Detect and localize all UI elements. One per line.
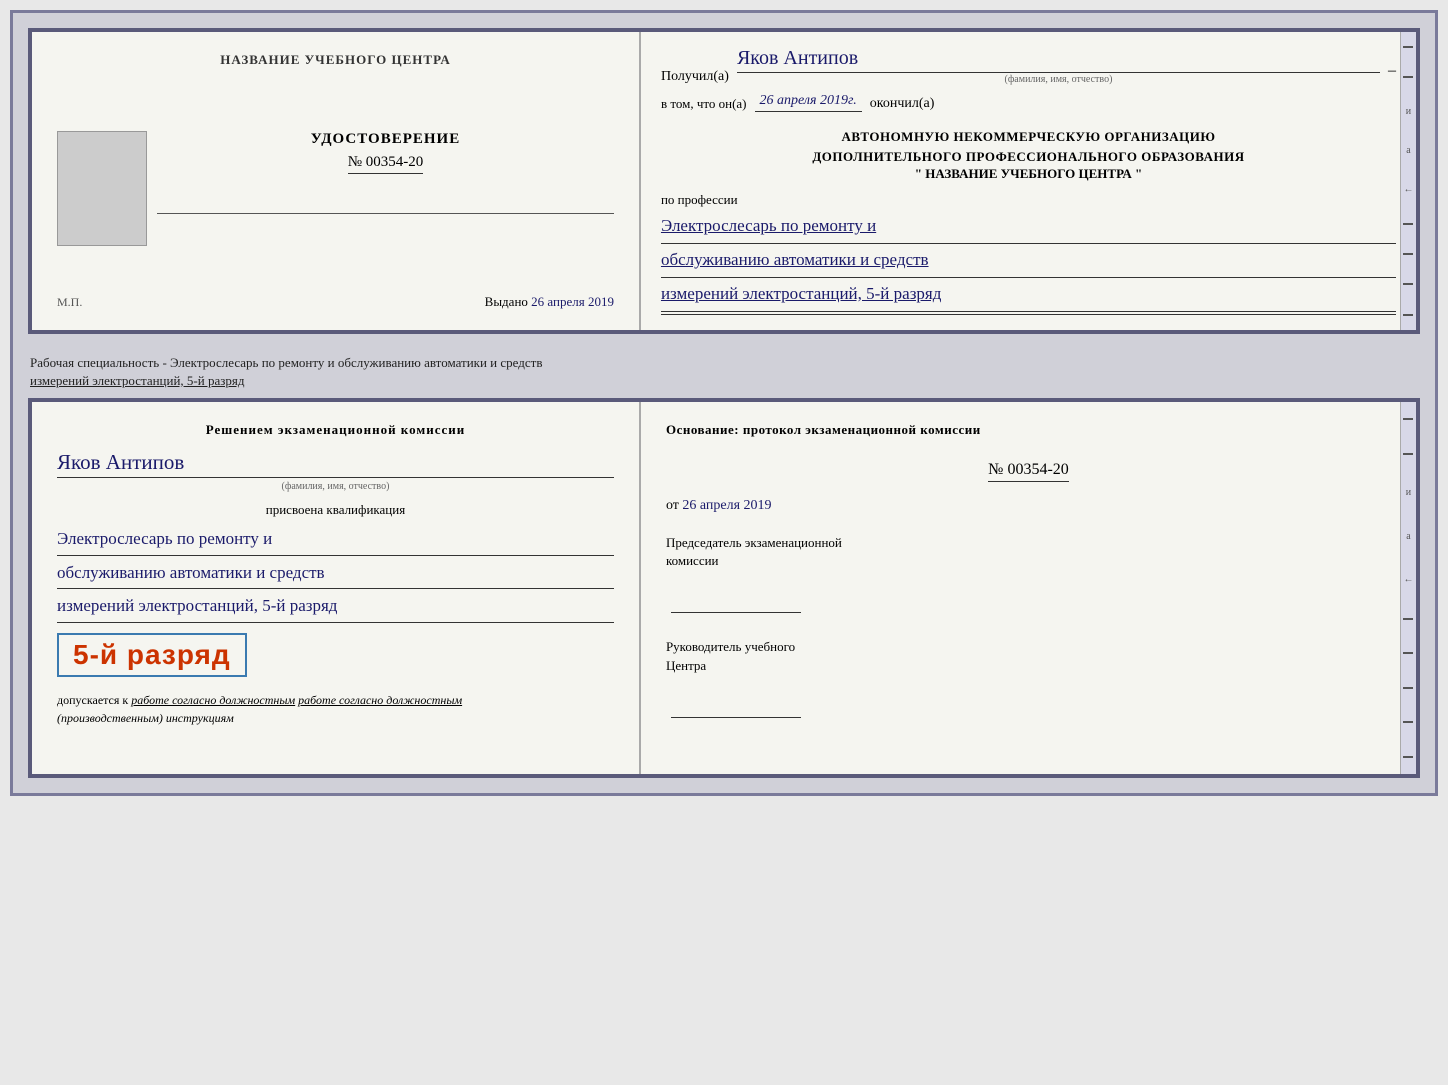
org-line2: ДОПОЛНИТЕЛЬНОГО ПРОФЕССИОНАЛЬНОГО ОБРАЗО…: [661, 147, 1396, 167]
head-line1: Руководитель учебного: [666, 639, 795, 654]
chairman-line1: Председатель экзаменационной: [666, 535, 842, 550]
allowed-prefix: допускается к: [57, 693, 128, 707]
between-line2: измерений электростанций, 5-й разряд: [30, 373, 244, 388]
fio-sub-bottom: (фамилия, имя, отчество): [57, 481, 614, 492]
chairman-sig-line: [666, 595, 1391, 618]
allowed-italic: (производственным) инструкциям: [57, 711, 234, 725]
deco-char-arr: ←: [1403, 184, 1413, 195]
bottom-doc-right: Основание: протокол экзаменационной коми…: [641, 402, 1416, 774]
mp-label: М.П.: [57, 295, 82, 310]
deco-dash-2: [1403, 76, 1413, 78]
chairman-signature: [671, 595, 801, 613]
chairman-line2: комиссии: [666, 553, 719, 568]
protocol-number-block: № 00354-20: [666, 453, 1391, 490]
recipient-label: Получил(а): [661, 69, 729, 85]
bottom-right-edge-deco: и а ←: [1400, 402, 1416, 774]
grade-text: 5-й разряд: [73, 639, 231, 670]
right-edge-deco: и а ←: [1400, 32, 1416, 330]
recipient-line: Получил(а) Яков Антипов (фамилия, имя, о…: [661, 47, 1396, 85]
deco-dash-b3: [1403, 618, 1413, 620]
grade-box: 5-й разряд: [57, 633, 247, 677]
issued-date: Выдано 26 апреля 2019: [485, 294, 614, 310]
deco-dash-b5: [1403, 687, 1413, 689]
deco-dash-1: [1403, 46, 1413, 48]
finished-label: окончил(а): [870, 96, 935, 112]
allowed-underline: работе согласно должностным: [131, 693, 295, 707]
deco-dash-b4: [1403, 652, 1413, 654]
fio-subtitle: (фамилия, имя, отчество): [737, 74, 1380, 85]
date-value: 26 апреля 2019г.: [755, 93, 862, 112]
person-name: Яков Антипов: [57, 450, 614, 478]
date-prefix: в том, что он(а): [661, 96, 747, 112]
between-line1: Рабочая специальность - Электрослесарь п…: [30, 355, 542, 370]
head-sig-line: [666, 700, 1391, 723]
head-signature: [671, 700, 801, 718]
between-text: Рабочая специальность - Электрослесарь п…: [28, 346, 1420, 398]
deco-dash-5: [1403, 283, 1413, 285]
qualification-profession: Электрослесарь по ремонту и обслуживанию…: [57, 524, 614, 623]
org-line1: АВТОНОМНУЮ НЕКОММЕРЧЕСКУЮ ОРГАНИЗАЦИЮ: [661, 127, 1396, 147]
profession-line3: измерений электростанций, 5-й разряд: [661, 280, 1396, 312]
cert-number: № 00354-20: [348, 154, 424, 174]
protocol-date-prefix: от: [666, 498, 679, 513]
protocol-number: № 00354-20: [988, 461, 1069, 482]
deco-char-bi: и: [1406, 487, 1411, 498]
deco-dash-b2: [1403, 453, 1413, 455]
allowed-underline-span: работе согласно должностным: [298, 693, 462, 707]
cert-title-block: УДОСТОВЕРЕНИЕ № 00354-20: [157, 131, 614, 224]
top-doc-left: НАЗВАНИЕ УЧЕБНОГО ЦЕНТРА УДОСТОВЕРЕНИЕ №…: [32, 32, 641, 330]
profession-line2: обслуживанию автоматики и средств: [661, 246, 1396, 278]
bottom-doc-left: Решением экзаменационной комиссии Яков А…: [32, 402, 641, 774]
head-section: Руководитель учебного Центра: [666, 638, 1391, 722]
photo-placeholder: [57, 131, 147, 246]
recipient-name: Яков Антипов: [737, 47, 1380, 73]
allowed-text: допускается к работе согласно должностны…: [57, 691, 614, 727]
deco-dash-6: [1403, 314, 1413, 316]
chairman-title: Председатель экзаменационной комиссии: [666, 534, 1391, 570]
deco-char-i: и: [1406, 106, 1411, 117]
bottom-document: Решением экзаменационной комиссии Яков А…: [28, 398, 1420, 778]
deco-dash-b1: [1403, 418, 1413, 420]
qualification-label: присвоена квалификация: [57, 502, 614, 518]
protocol-date-value: 26 апреля 2019: [682, 498, 771, 513]
commission-title: Решением экзаменационной комиссии: [57, 422, 614, 438]
basis-label: Основание: протокол экзаменационной коми…: [666, 422, 1391, 438]
deco-char-ba: а: [1406, 531, 1410, 542]
deco-char-barr: ←: [1403, 574, 1413, 585]
chairman-section: Председатель экзаменационной комиссии: [666, 534, 1391, 618]
deco-dash-b6: [1403, 721, 1413, 723]
dash-after-name: –: [1388, 62, 1396, 85]
top-doc-right: Получил(а) Яков Антипов (фамилия, имя, о…: [641, 32, 1416, 330]
cert-middle-section: УДОСТОВЕРЕНИЕ № 00354-20: [57, 131, 614, 246]
profession-label: по профессии: [661, 192, 1396, 208]
qual-line1: Электрослесарь по ремонту и: [57, 524, 614, 556]
cert-bottom: М.П. Выдано 26 апреля 2019: [57, 294, 614, 310]
profession-line1: Электрослесарь по ремонту и: [661, 212, 1396, 244]
org-name-top: НАЗВАНИЕ УЧЕБНОГО ЦЕНТРА: [220, 52, 451, 68]
profession-block: Электрослесарь по ремонту и обслуживанию…: [661, 212, 1396, 315]
qual-line3: измерений электростанций, 5-й разряд: [57, 591, 614, 623]
top-document: НАЗВАНИЕ УЧЕБНОГО ЦЕНТРА УДОСТОВЕРЕНИЕ №…: [28, 28, 1420, 334]
date-line: в том, что он(а) 26 апреля 2019г. окончи…: [661, 93, 1396, 112]
page-wrapper: НАЗВАНИЕ УЧЕБНОГО ЦЕНТРА УДОСТОВЕРЕНИЕ №…: [10, 10, 1438, 796]
deco-char-a: а: [1406, 145, 1410, 156]
head-line2: Центра: [666, 658, 706, 673]
org-name-quoted: " НАЗВАНИЕ УЧЕБНОГО ЦЕНТРА ": [661, 166, 1396, 182]
deco-dash-3: [1403, 223, 1413, 225]
org-block: АВТОНОМНУЮ НЕКОММЕРЧЕСКУЮ ОРГАНИЗАЦИЮ ДО…: [661, 127, 1396, 182]
deco-dash-4: [1403, 253, 1413, 255]
protocol-date: от 26 апреля 2019: [666, 498, 1391, 514]
qual-line2: обслуживанию автоматики и средств: [57, 558, 614, 590]
head-title: Руководитель учебного Центра: [666, 638, 1391, 674]
issued-date-value: 26 апреля 2019: [531, 294, 614, 309]
issued-label: Выдано: [485, 294, 528, 309]
deco-dash-b7: [1403, 756, 1413, 758]
cert-title: УДОСТОВЕРЕНИЕ: [157, 131, 614, 148]
